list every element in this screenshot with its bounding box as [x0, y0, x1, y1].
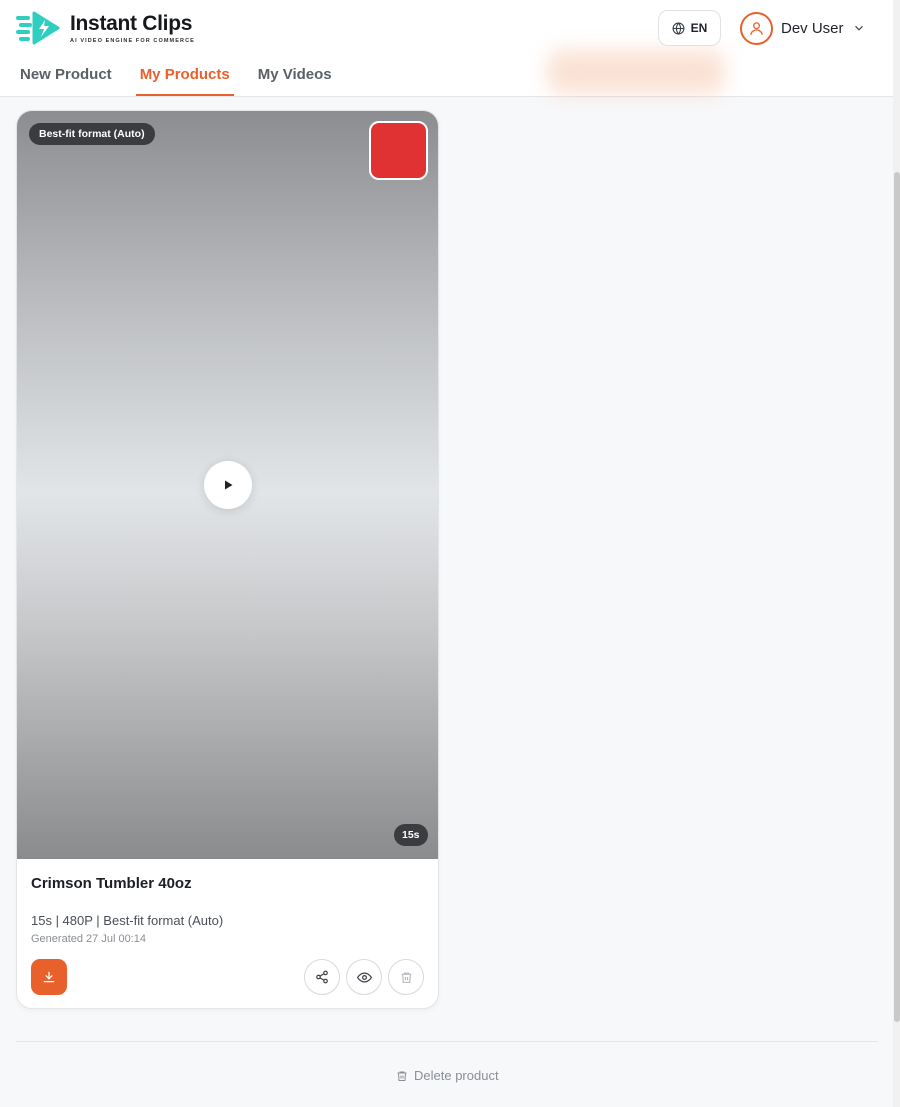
trash-icon — [397, 1071, 407, 1081]
video-card: Best-fit format (Auto) 15s Crimson Tumbl… — [16, 110, 439, 1009]
delete-video-button[interactable] — [388, 959, 424, 995]
product-thumbnail — [369, 121, 428, 180]
avatar — [740, 11, 773, 45]
tab-my-products[interactable]: My Products — [135, 62, 234, 96]
download-button[interactable] — [31, 959, 67, 995]
generated-timestamp: Generated 27 Jul 00:14 — [31, 933, 146, 945]
product-name: Crimson Tumbler 40oz — [31, 875, 192, 892]
top-header: Instant Clips AI VIDEO ENGINE FOR COMMER… — [0, 0, 893, 97]
app-tagline: AI VIDEO ENGINE FOR COMMERCE — [70, 37, 195, 44]
language-button[interactable]: EN — [658, 10, 721, 46]
preview-button[interactable] — [346, 959, 382, 995]
logo-icon — [16, 11, 60, 45]
eye-icon — [356, 971, 372, 983]
user-menu-button[interactable]: Dev User — [740, 10, 866, 46]
download-icon — [43, 971, 55, 983]
video-preview[interactable]: Best-fit format (Auto) 15s — [17, 111, 438, 859]
app-name: Instant Clips — [70, 11, 193, 35]
tab-my-videos[interactable]: My Videos — [254, 62, 336, 96]
play-button[interactable] — [204, 461, 252, 509]
share-button[interactable] — [304, 959, 340, 995]
share-icon — [316, 970, 328, 984]
decorative-blur — [548, 50, 724, 94]
tab-new-product[interactable]: New Product — [16, 62, 116, 96]
delete-product-label: Delete product — [414, 1068, 499, 1083]
language-label: EN — [690, 21, 708, 35]
user-icon — [750, 21, 763, 35]
app-logo[interactable]: Instant Clips AI VIDEO ENGINE FOR COMMER… — [16, 10, 195, 46]
scrollbar-thumb[interactable] — [894, 172, 900, 1022]
format-badge: Best-fit format (Auto) — [29, 123, 155, 145]
trash-icon — [401, 972, 411, 983]
delete-product-button[interactable]: Delete product — [396, 1068, 499, 1083]
globe-icon — [672, 21, 685, 35]
user-name: Dev User — [781, 19, 844, 37]
section-divider — [16, 1041, 878, 1042]
play-icon — [225, 480, 233, 490]
chevron-down-icon — [854, 25, 863, 31]
main-tabs: New Product My Products My Videos — [16, 62, 356, 96]
duration-badge: 15s — [394, 824, 428, 846]
video-meta: 15s | 480P | Best-fit format (Auto) — [31, 913, 224, 928]
